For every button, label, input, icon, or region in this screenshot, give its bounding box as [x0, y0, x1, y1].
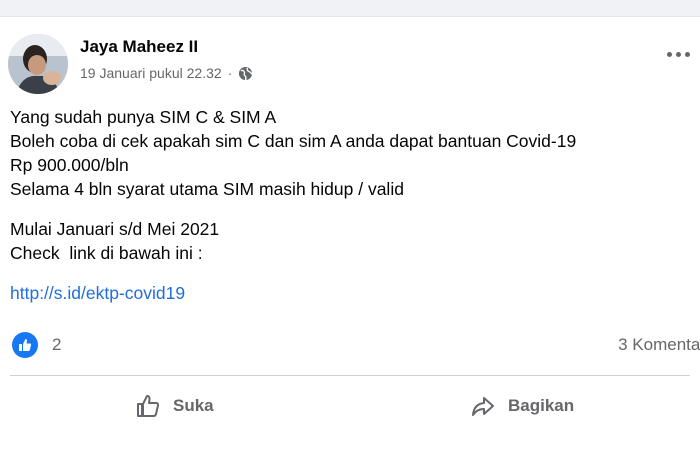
dot-icon [676, 52, 681, 57]
reaction-count: 2 [52, 335, 62, 354]
profile-photo [8, 34, 68, 94]
like-label: Suka [173, 396, 214, 415]
post-link[interactable]: http://s.id/ektp-covid19 [10, 283, 185, 303]
thumbs-up-reaction-icon [12, 332, 38, 358]
reaction-summary[interactable]: 2 [12, 332, 61, 358]
avatar[interactable] [8, 34, 68, 94]
thumbs-up-icon [137, 395, 160, 417]
post-card: Jaya Maheez II 19 Januari pukul 22.32 · … [0, 16, 700, 467]
post-line: Rp 900.000/bln [10, 155, 129, 175]
meta-separator: · [227, 65, 233, 81]
post-line: Mulai Januari s/d Mei 2021 [10, 219, 220, 239]
post-line: Check link di bawah ini : [10, 243, 203, 263]
share-arrow-icon [472, 397, 494, 416]
comment-count[interactable]: 3 Komentar [618, 335, 700, 355]
post-line: Selama 4 bln syarat utama SIM masih hidu… [10, 179, 404, 199]
more-options-button[interactable] [667, 52, 690, 57]
dot-icon [685, 52, 690, 57]
author-name[interactable]: Jaya Maheez II [80, 37, 198, 57]
divider [10, 375, 690, 376]
post-line: Yang sudah punya SIM C & SIM A [10, 107, 277, 127]
post-meta: 19 Januari pukul 22.32 · [80, 65, 253, 81]
share-button[interactable]: Bagikan [470, 393, 574, 419]
share-label: Bagikan [508, 396, 575, 415]
post-body: Yang sudah punya SIM C & SIM A Boleh cob… [10, 105, 690, 305]
post-line: Boleh coba di cek apakah sim C dan sim A… [10, 131, 577, 151]
globe-icon [239, 66, 253, 80]
post-timestamp[interactable]: 19 Januari pukul 22.32 [80, 65, 222, 81]
like-button[interactable]: Suka [135, 393, 214, 419]
dot-icon [667, 52, 672, 57]
